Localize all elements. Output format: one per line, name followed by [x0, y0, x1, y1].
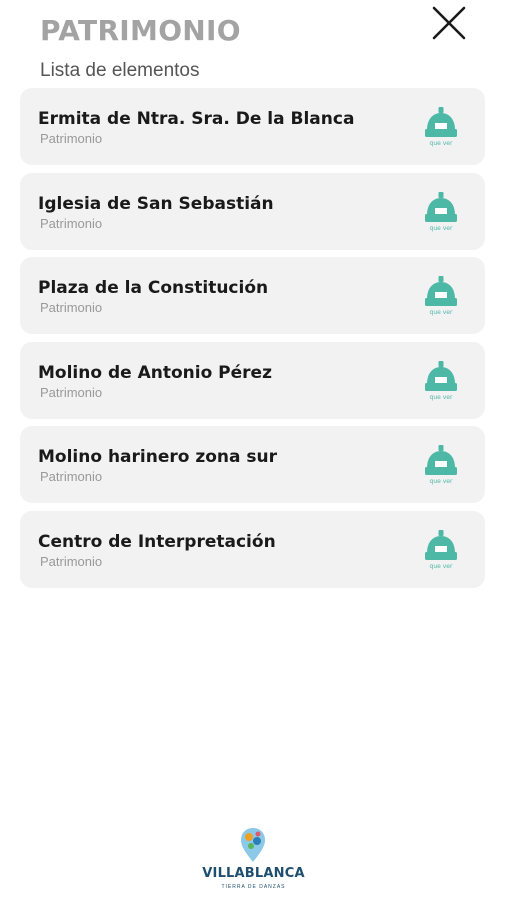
item-name: Iglesia de San Sebastián: [38, 193, 274, 214]
item-category: Patrimonio: [40, 215, 103, 231]
item-name: Plaza de la Constitución: [38, 278, 269, 298]
monument-icon: que ver: [421, 444, 461, 490]
item-category: Patrimonio: [40, 300, 103, 315]
item-category: Patrimonio: [40, 131, 103, 146]
icon-caption: que ver: [429, 562, 453, 570]
page-title: PATRIMONIO: [40, 14, 241, 47]
item-name: Ermita de Ntra. Sra. De la Blanca: [38, 109, 355, 129]
monument-icon: que ver: [421, 360, 461, 406]
icon-caption: que ver: [429, 309, 453, 316]
icon-caption: que ver: [429, 140, 453, 147]
item-name: Molino de Antonio Pérez: [38, 362, 272, 383]
monument-icon: que ver: [421, 275, 461, 321]
icon-caption: que ver: [429, 393, 453, 401]
list-item[interactable]: Ermita de Ntra. Sra. De la Blanca Patrim…: [20, 88, 485, 165]
icon-caption: que ver: [429, 478, 453, 485]
villablanca-logo: VILLABLANCA TIERRA DE DANZAS: [196, 826, 311, 896]
monument-icon: que ver: [421, 529, 461, 575]
page-subtitle: Lista de elementos: [40, 60, 200, 81]
item-name: Molino harinero zona sur: [38, 447, 278, 467]
monument-icon: que ver: [421, 191, 461, 237]
item-category: Patrimonio: [40, 553, 103, 569]
list-item[interactable]: Molino de Antonio Pérez Patrimonio que v…: [20, 341, 485, 419]
close-icon[interactable]: [430, 4, 468, 42]
list-item[interactable]: Molino harinero zona sur Patrimonio que …: [20, 426, 485, 503]
logo-mark-icon: [238, 826, 268, 869]
list-item[interactable]: Iglesia de San Sebastián Patrimonio que …: [20, 172, 485, 250]
element-list: Ermita de Ntra. Sra. De la Blanca Patrim…: [20, 88, 485, 595]
item-category: Patrimonio: [40, 384, 103, 400]
brand-tagline: TIERRA DE DANZAS: [221, 884, 286, 890]
list-item[interactable]: Plaza de la Constitución Patrimonio que …: [20, 257, 485, 334]
item-name: Centro de Interpretación: [38, 531, 276, 552]
brand-name: VILLABLANCA: [202, 866, 305, 881]
list-item[interactable]: Centro de Interpretación Patrimonio que …: [20, 510, 485, 588]
item-category: Patrimonio: [40, 469, 103, 484]
icon-caption: que ver: [429, 224, 453, 232]
monument-icon: que ver: [421, 106, 461, 152]
